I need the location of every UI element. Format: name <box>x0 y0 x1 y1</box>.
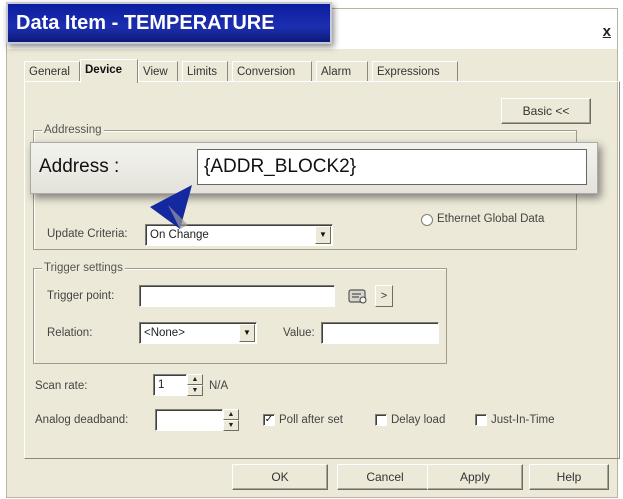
just-in-time-label: Just-In-Time <box>491 414 555 426</box>
address-label: Address : <box>39 156 120 177</box>
analog-deadband-label: Analog deadband: <box>35 414 129 426</box>
callout-pointer-icon <box>150 185 192 229</box>
tab-alarm[interactable]: Alarm <box>316 61 368 81</box>
delay-load-checkbox[interactable] <box>375 414 387 426</box>
dialog-title: Data Item - TEMPERATURE <box>6 2 332 44</box>
scan-rate-spinner[interactable]: ▲ ▼ <box>187 374 203 396</box>
update-criteria-label: Update Criteria: <box>47 228 128 240</box>
scan-rate-label: Scan rate: <box>35 380 88 392</box>
dropdown-arrow-icon[interactable]: ▼ <box>239 324 255 342</box>
basic-button[interactable]: Basic << <box>501 98 591 124</box>
spin-up-icon[interactable]: ▲ <box>187 374 203 385</box>
relation-dropdown[interactable]: <None> ▼ <box>139 322 257 344</box>
ethernet-global-data-radio[interactable] <box>421 214 433 226</box>
trigger-more-button[interactable]: > <box>375 285 393 307</box>
address-zoom-callout: Address : {ADDR_BLOCK2} <box>30 142 598 194</box>
spin-up-icon[interactable]: ▲ <box>223 409 239 420</box>
trigger-point-input[interactable] <box>139 285 335 307</box>
trigger-value-input[interactable] <box>321 322 439 344</box>
analog-deadband-spinner[interactable]: ▲ ▼ <box>223 409 239 431</box>
addressing-group-title: Addressing <box>42 123 104 137</box>
spin-down-icon[interactable]: ▼ <box>187 385 203 396</box>
data-item-dialog: x General Device View Limits Conversion … <box>6 8 620 498</box>
dropdown-arrow-icon[interactable]: ▼ <box>315 226 331 244</box>
tag-browse-icon[interactable] <box>347 286 369 306</box>
ok-button[interactable]: OK <box>232 464 328 490</box>
apply-button[interactable]: Apply <box>427 464 523 490</box>
just-in-time-checkbox[interactable] <box>475 414 487 426</box>
poll-after-set-checkbox[interactable]: ✓ <box>263 414 275 426</box>
relation-label: Relation: <box>47 327 93 339</box>
tab-general[interactable]: General <box>24 61 80 81</box>
poll-after-set-label: Poll after set <box>279 414 343 426</box>
spin-down-icon[interactable]: ▼ <box>223 420 239 431</box>
tab-expressions[interactable]: Expressions <box>372 61 458 81</box>
delay-load-label: Delay load <box>391 414 446 426</box>
tab-limits[interactable]: Limits <box>182 61 228 81</box>
value-label: Value: <box>283 327 315 339</box>
trigger-point-label: Trigger point: <box>47 290 115 302</box>
tab-device[interactable]: Device <box>80 59 138 83</box>
trigger-settings-group: Trigger settings <box>33 261 447 364</box>
scan-rate-unit: N/A <box>209 380 229 392</box>
device-tab-panel: Basic << Addressing Ethernet Global Data… <box>24 81 620 459</box>
tab-view[interactable]: View <box>138 61 178 81</box>
trigger-settings-title: Trigger settings <box>42 261 125 275</box>
help-button[interactable]: Help <box>529 464 609 490</box>
cancel-button[interactable]: Cancel <box>337 464 433 490</box>
close-icon[interactable]: x <box>603 23 611 40</box>
analog-deadband-input[interactable] <box>155 409 223 431</box>
ethernet-global-data-label: Ethernet Global Data <box>437 213 545 225</box>
scan-rate-input[interactable]: 1 <box>153 374 187 396</box>
address-input[interactable]: {ADDR_BLOCK2} <box>197 149 587 185</box>
relation-value: <None> <box>144 327 185 339</box>
tab-conversion[interactable]: Conversion <box>232 61 312 81</box>
